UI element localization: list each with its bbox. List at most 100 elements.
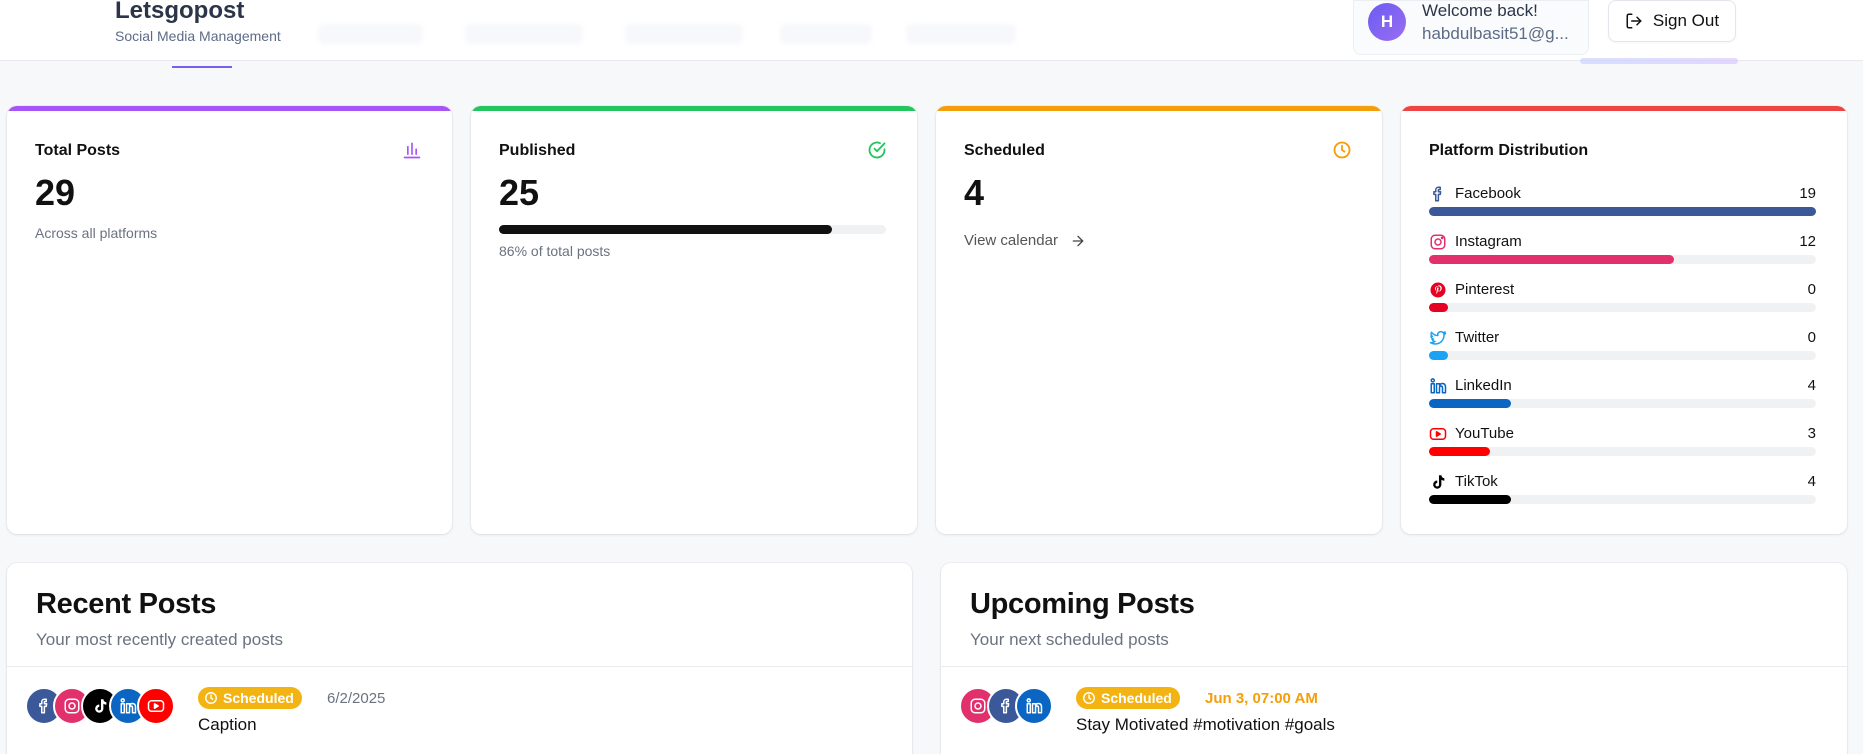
faded-nav-item (465, 24, 583, 44)
scheduled-value: 4 (964, 172, 985, 213)
brand-name: Letsgopost (115, 0, 245, 24)
platform-bar-fill (1429, 447, 1491, 456)
status-label: Scheduled (223, 690, 294, 706)
platform-count: 4 (1807, 377, 1816, 394)
post-row[interactable]: Scheduled 6/2/2025 Caption (25, 687, 894, 737)
clock-icon (205, 692, 217, 704)
platform-count: 0 (1807, 329, 1816, 346)
panel-subtitle: Your most recently created posts (36, 630, 283, 649)
platform-bar (1429, 207, 1816, 216)
platform-bar-fill (1429, 255, 1674, 264)
check-circle-icon (868, 141, 886, 159)
bar-chart-icon (403, 142, 421, 159)
published-card: Published 25 86% of total posts (471, 106, 917, 534)
platform-name: LinkedIn (1455, 377, 1512, 394)
faded-nav-item (780, 24, 872, 44)
published-progress-bar (499, 225, 886, 234)
faded-nav-item (906, 24, 1016, 44)
platform-bar-fill (1429, 351, 1449, 360)
faded-nav-item (318, 24, 423, 44)
linkedin-icon (1015, 687, 1053, 725)
platform-distribution-card: Platform Distribution Facebook 19 Instag… (1401, 106, 1847, 534)
avatar: H (1368, 3, 1406, 41)
active-nav-indicator (172, 66, 232, 68)
top-header: Letsgopost Social Media Management H Wel… (0, 0, 1863, 61)
post-date: 6/2/2025 (327, 690, 386, 707)
tiktok-icon (1433, 475, 1445, 489)
status-badge: Scheduled (198, 687, 302, 709)
status-badge: Scheduled (1076, 687, 1180, 709)
upcoming-posts-panel: Upcoming Posts Your next scheduled posts… (941, 563, 1847, 754)
total-posts-value: 29 (35, 172, 76, 213)
sign-out-label: Sign Out (1652, 11, 1720, 30)
divider (941, 666, 1847, 667)
sign-out-icon (1626, 13, 1642, 29)
platform-row-tiktok: TikTok 4 (1429, 473, 1816, 509)
platform-count: 19 (1799, 185, 1816, 202)
platform-row-youtube: YouTube 3 (1429, 425, 1816, 461)
platform-count: 3 (1807, 425, 1816, 442)
clock-icon (1333, 141, 1351, 159)
platform-name: Pinterest (1455, 281, 1515, 298)
platform-bar-fill (1429, 207, 1816, 216)
platform-bar (1429, 351, 1816, 360)
card-title: Total Posts (35, 142, 121, 159)
post-caption: Stay Motivated #motivation #goals (1076, 715, 1335, 734)
panel-title: Recent Posts (36, 588, 217, 620)
published-progress-fill (499, 225, 832, 234)
card-subtitle: 86% of total posts (499, 243, 611, 259)
youtube-icon (1429, 428, 1447, 440)
view-calendar-label: View calendar (964, 232, 1058, 249)
platform-bar (1429, 399, 1816, 408)
platform-name: YouTube (1455, 425, 1514, 442)
platform-bar-fill (1429, 495, 1511, 504)
panel-subtitle: Your next scheduled posts (970, 630, 1169, 649)
post-caption: Caption (198, 715, 257, 734)
arrow-right-icon (1072, 235, 1084, 246)
platform-bar-fill (1429, 303, 1449, 312)
scheduled-card: Scheduled 4 View calendar (936, 106, 1382, 534)
twitter-icon (1429, 330, 1447, 345)
linkedin-icon (1430, 378, 1447, 394)
status-label: Scheduled (1101, 690, 1172, 706)
platform-row-twitter: Twitter 0 (1429, 329, 1816, 365)
welcome-text: Welcome back! (1422, 1, 1538, 20)
platform-bar-fill (1429, 399, 1511, 408)
post-row[interactable]: Scheduled Jun 3, 07:00 AM Stay Motivated… (959, 687, 1829, 737)
published-value: 25 (499, 172, 540, 213)
recent-posts-panel: Recent Posts Your most recently created … (7, 563, 912, 754)
user-card[interactable]: H Welcome back! habdulbasit51@g... (1353, 0, 1589, 55)
post-date: Jun 3, 07:00 AM (1205, 690, 1318, 707)
platform-row-facebook: Facebook 19 (1429, 185, 1816, 221)
card-accent-bar (936, 106, 1382, 111)
user-email: habdulbasit51@g... (1422, 24, 1569, 43)
platform-row-instagram: Instagram 12 (1429, 233, 1816, 269)
platform-bar (1429, 447, 1816, 456)
platform-name: TikTok (1455, 473, 1498, 490)
platform-bar (1429, 255, 1816, 264)
platform-bar (1429, 495, 1816, 504)
sign-out-button[interactable]: Sign Out (1608, 0, 1736, 42)
view-calendar-link[interactable]: View calendar (964, 232, 1086, 249)
platform-bar (1429, 303, 1816, 312)
brand-subtitle: Social Media Management (115, 28, 281, 44)
facebook-icon (1433, 186, 1442, 202)
pinterest-icon (1430, 282, 1446, 298)
card-accent-bar (1401, 106, 1847, 111)
decorative-glow (1580, 58, 1738, 64)
platform-row-pinterest: Pinterest 0 (1429, 281, 1816, 317)
platform-count: 12 (1799, 233, 1816, 250)
instagram-icon (1430, 234, 1446, 250)
brand[interactable]: Letsgopost Social Media Management (115, 0, 281, 44)
platform-count: 0 (1807, 281, 1816, 298)
platform-row-linkedin: LinkedIn 4 (1429, 377, 1816, 413)
divider (7, 666, 912, 667)
card-title: Published (499, 142, 576, 159)
card-title: Platform Distribution (1429, 142, 1589, 159)
clock-icon (1083, 692, 1095, 704)
panel-title: Upcoming Posts (970, 588, 1195, 620)
platform-count: 4 (1807, 473, 1816, 490)
card-title: Scheduled (964, 142, 1045, 159)
platform-name: Twitter (1455, 329, 1500, 346)
card-subtitle: Across all platforms (35, 225, 158, 241)
